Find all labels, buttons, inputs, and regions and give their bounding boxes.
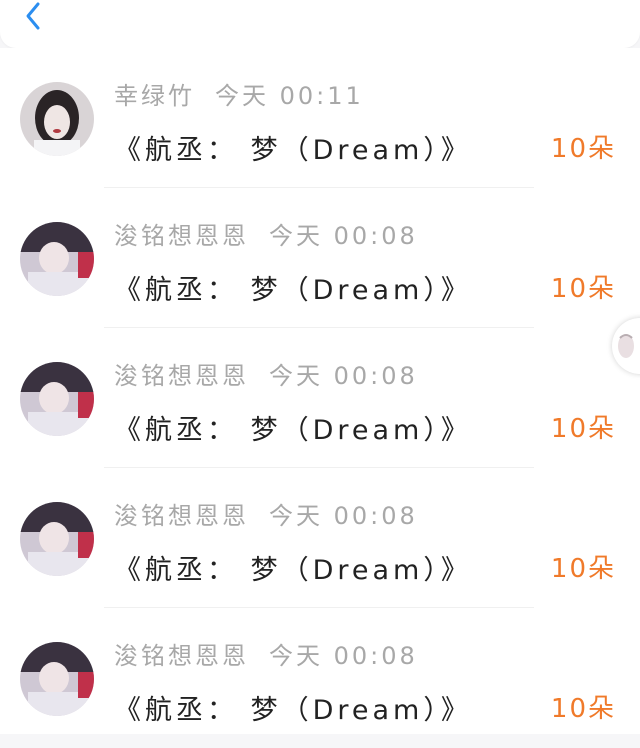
avatar[interactable] <box>20 642 94 716</box>
record-meta: 浚铭想恩恩 今天 00:08 <box>114 356 418 391</box>
record-time: 今天 00:08 <box>269 642 418 670</box>
chevron-left-icon <box>26 2 40 30</box>
avatar[interactable] <box>20 222 94 296</box>
avatar[interactable] <box>20 82 94 156</box>
record-meta: 浚铭想恩恩 今天 00:08 <box>114 636 418 671</box>
flower-count: 10朵 <box>550 134 616 164</box>
record-time: 今天 00:08 <box>269 222 418 250</box>
top-bar <box>0 0 640 48</box>
record-meta: 幸绿竹 今天 00:11 <box>114 76 364 111</box>
list-item[interactable]: 浚铭想恩恩 今天 00:08 《航丞： 梦（Dream）》 10朵 <box>0 188 640 328</box>
user-name: 浚铭想恩恩 <box>114 642 249 670</box>
flower-count: 10朵 <box>550 274 616 304</box>
record-time: 今天 00:08 <box>269 362 418 390</box>
work-title: 《航丞： 梦（Dream）》 <box>114 275 472 306</box>
record-meta: 浚铭想恩恩 今天 00:08 <box>114 496 418 531</box>
list-item[interactable]: 浚铭想恩恩 今天 00:08 《航丞： 梦（Dream）》 10朵 <box>0 328 640 468</box>
list-item[interactable]: 浚铭想恩恩 今天 00:08 《航丞： 梦（Dream）》 10朵 <box>0 468 640 608</box>
work-title: 《航丞： 梦（Dream）》 <box>114 135 472 166</box>
record-time: 今天 00:11 <box>215 82 364 110</box>
record-time: 今天 00:08 <box>269 502 418 530</box>
user-name: 浚铭想恩恩 <box>114 502 249 530</box>
work-title: 《航丞： 梦（Dream）》 <box>114 415 472 446</box>
flower-count: 10朵 <box>550 414 616 444</box>
avatar[interactable] <box>20 502 94 576</box>
work-title: 《航丞： 梦（Dream）》 <box>114 695 472 726</box>
list-item[interactable]: 浚铭想恩恩 今天 00:08 《航丞： 梦（Dream）》 10朵 <box>0 608 640 748</box>
back-button[interactable] <box>20 0 50 34</box>
avatar[interactable] <box>20 362 94 436</box>
record-meta: 浚铭想恩恩 今天 00:08 <box>114 216 418 251</box>
list-item[interactable]: 幸绿竹 今天 00:11 《航丞： 梦（Dream）》 10朵 <box>0 48 640 188</box>
user-name: 浚铭想恩恩 <box>114 362 249 390</box>
user-name: 浚铭想恩恩 <box>114 222 249 250</box>
user-name: 幸绿竹 <box>114 82 195 110</box>
flower-count: 10朵 <box>550 694 616 724</box>
flower-count: 10朵 <box>550 554 616 584</box>
work-title: 《航丞： 梦（Dream）》 <box>114 555 472 586</box>
gift-record-list: 幸绿竹 今天 00:11 《航丞： 梦（Dream）》 10朵 浚铭想恩恩 今天 0… <box>0 48 640 734</box>
